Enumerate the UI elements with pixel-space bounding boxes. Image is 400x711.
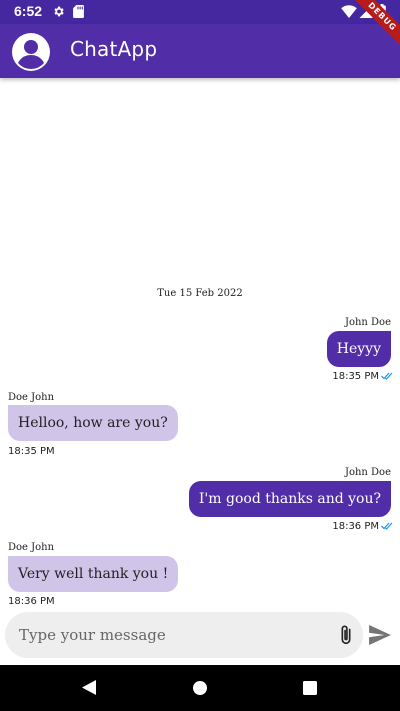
wifi-icon (341, 5, 357, 18)
message-sender: Doe John (8, 392, 55, 403)
navigation-bar (0, 665, 400, 711)
home-icon[interactable] (193, 681, 207, 695)
message-time: 18:36 PM (8, 596, 55, 607)
message-bubble-incoming[interactable]: Helloo, how are you? (8, 405, 178, 441)
double-check-icon (381, 372, 393, 380)
double-check-icon (381, 522, 393, 530)
message-input-container (5, 612, 363, 658)
app-bar: ChatApp (0, 24, 400, 78)
message-bubble-outgoing[interactable]: Heyyy (326, 331, 391, 367)
status-bar: 6:52 (0, 0, 400, 24)
settings-icon (54, 6, 64, 17)
send-icon[interactable] (369, 625, 391, 645)
message-bubble-incoming[interactable]: Very well thank you ! (8, 556, 179, 592)
status-time: 6:52 (14, 3, 43, 19)
message-time: 18:35 PM (8, 446, 55, 457)
date-separator: Tue 15 Feb 2022 (157, 288, 243, 299)
account-circle-icon[interactable] (11, 32, 51, 72)
message-time: 18:36 PM (332, 521, 379, 532)
message-sender: Doe John (8, 542, 55, 553)
message-time: 18:35 PM (332, 371, 379, 382)
back-icon[interactable] (82, 680, 96, 695)
message-sender: John Doe (344, 317, 391, 328)
message-bubble-outgoing[interactable]: I'm good thanks and you? (188, 481, 391, 517)
recents-icon[interactable] (303, 681, 317, 695)
sd-card-icon (73, 5, 84, 18)
paperclip-icon[interactable] (335, 624, 357, 646)
message-input[interactable] (19, 612, 319, 658)
app-title: ChatApp (70, 37, 158, 61)
message-sender: John Doe (344, 467, 391, 478)
